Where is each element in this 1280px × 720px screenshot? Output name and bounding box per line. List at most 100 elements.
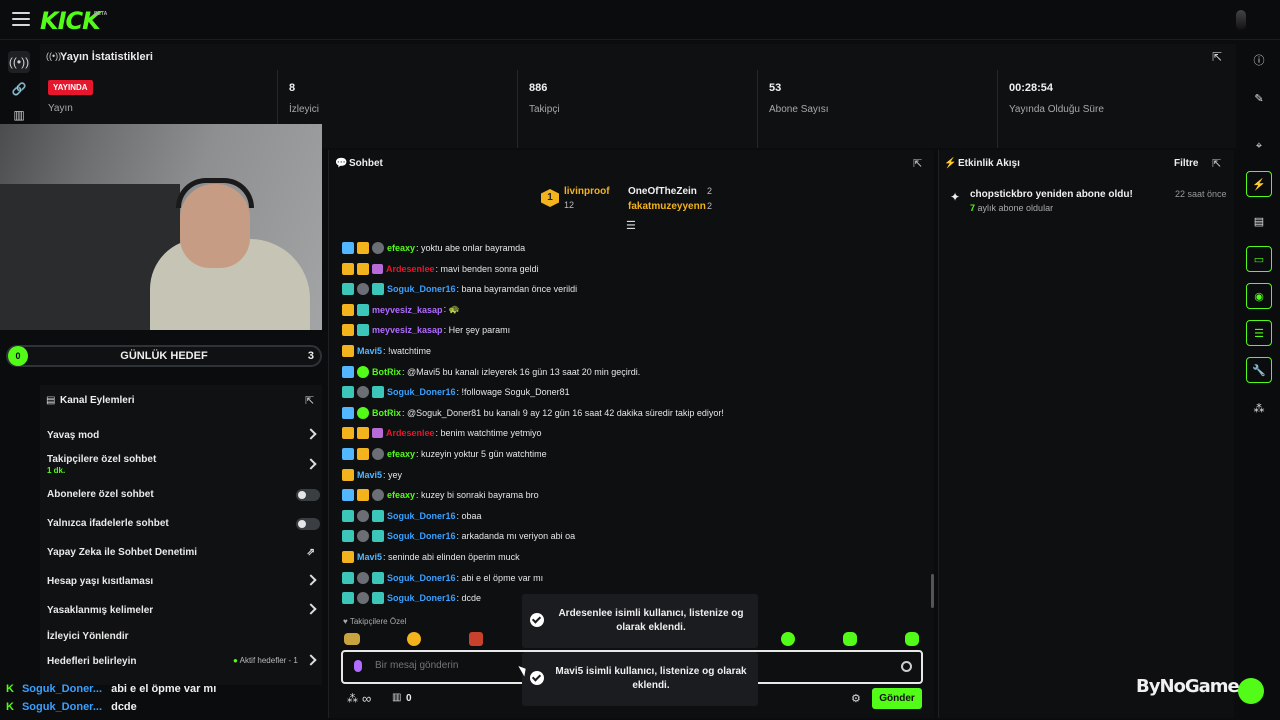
host-viewers-row[interactable]: İzleyici Yönlendir — [47, 631, 315, 642]
chat-username[interactable]: Mavi5 — [357, 552, 382, 562]
top-gifter-2-name[interactable]: OneOfTheZein — [614, 186, 697, 197]
emote-3[interactable] — [469, 632, 483, 646]
chat-message[interactable]: meyvesiz_kasap: 🐢 — [342, 302, 460, 318]
chat-settings-icon[interactable]: ⚙ — [851, 692, 861, 705]
chat-text: : Her şey paramı — [443, 325, 511, 336]
chat-username[interactable]: Soguk_Doner16 — [387, 387, 456, 397]
banned-words-label: Yasaklanmış kelimeler — [47, 605, 154, 616]
chat-message[interactable]: Soguk_Doner16: dcde — [342, 590, 481, 606]
emote-only-row[interactable]: Yalnızca ifadelerle sohbet — [47, 518, 320, 530]
feed-event-detail-text: aylık abone oldular — [975, 203, 1054, 213]
infinity-value: ∞ — [362, 691, 372, 706]
chat-username[interactable]: efeaxy — [387, 243, 415, 253]
green-circle-button[interactable] — [1238, 678, 1264, 704]
check-icon — [530, 671, 544, 685]
collapse-gifters-icon[interactable]: ☰ — [626, 219, 636, 232]
set-goals-row[interactable]: Hedefleri belirleyin ● Aktif hedefler - … — [47, 654, 317, 667]
subs-only-toggle[interactable] — [296, 489, 320, 501]
slow-mode-row[interactable]: Yavaş mod — [47, 428, 317, 441]
emote-5[interactable] — [843, 632, 857, 646]
chat-username[interactable]: Soguk_Doner16 — [387, 593, 456, 603]
chat-username[interactable]: efeaxy — [387, 490, 415, 500]
chat-message[interactable]: BotRix: @Mavi5 bu kanalı izleyerek 16 gü… — [342, 364, 640, 380]
emote-4[interactable] — [781, 632, 795, 646]
chat-message[interactable]: Mavi5: !watchtime — [342, 343, 431, 359]
stack-icon[interactable]: ☰ — [1246, 320, 1272, 346]
wrench-icon[interactable]: 🔧 — [1246, 357, 1272, 383]
chat-message[interactable]: Soguk_Doner16: obaa — [342, 508, 482, 524]
chat-message[interactable]: Mavi5: yey — [342, 467, 402, 483]
chat-message[interactable]: Soguk_Doner16: bana bayramdan önce veril… — [342, 281, 577, 297]
chat-username[interactable]: Soguk_Doner16 — [387, 573, 456, 583]
bolt-icon[interactable]: ⚡ — [1246, 171, 1272, 197]
chat-message[interactable]: Ardesenlee: mavi benden sonra geldi — [342, 261, 539, 277]
set-goals-label: Hedefleri belirleyin — [47, 656, 137, 667]
followers-only-row[interactable]: Takipçilere özel sohbet 1 dk. — [47, 454, 317, 475]
send-button[interactable]: Gönder — [872, 688, 922, 709]
round-badge-icon — [357, 592, 369, 605]
link-icon[interactable]: 🔗 — [8, 78, 30, 100]
chat-message[interactable]: Mavi5: seninde abi elinden öperim muck — [342, 549, 520, 565]
chat-message[interactable]: Ardesenlee: benim watchtime yetmiyo — [342, 425, 542, 441]
emote-only-toggle[interactable] — [296, 518, 320, 530]
kick-logo[interactable]: KICK — [40, 7, 101, 35]
feed-filter-button[interactable]: Filtre — [1174, 158, 1198, 169]
emote-1[interactable] — [344, 633, 360, 645]
broadcast-icon[interactable]: ◉ — [1246, 283, 1272, 309]
top-gifter-1-name[interactable]: livinproof — [564, 186, 610, 197]
users-icon[interactable]: ⁂ — [1246, 395, 1272, 421]
top-gifter-3-name[interactable]: fakatmuzeyyenn — [614, 201, 706, 212]
chat-message[interactable]: efeaxy: kuzeyin yoktur 5 gün watchtime — [342, 446, 547, 462]
chat-username[interactable]: Mavi5 — [357, 346, 382, 356]
chat-popout-icon[interactable]: ⇱ — [913, 157, 922, 170]
mod-badge-icon — [357, 303, 369, 316]
user-avatar[interactable] — [1236, 10, 1246, 30]
chat-scrollbar[interactable] — [931, 574, 934, 608]
chat-username[interactable]: Soguk_Doner16 — [387, 284, 456, 294]
chart-icon[interactable]: ▥ — [8, 104, 30, 126]
focus-icon[interactable]: ⌖ — [1246, 133, 1272, 159]
feed-popout-icon[interactable]: ⇱ — [1212, 157, 1221, 170]
broadcast-icon[interactable]: ((•)) — [8, 51, 30, 73]
chat-message[interactable]: Soguk_Doner16: !followage Soguk_Doner81 — [342, 384, 570, 400]
chat-text: : obaa — [456, 510, 482, 521]
chat-message[interactable]: Soguk_Doner16: abi e el öpme var mı — [342, 570, 543, 586]
microphone-icon[interactable] — [354, 660, 362, 672]
account-age-row[interactable]: Hesap yaşı kısıtlaması — [47, 574, 317, 587]
actions-popout-icon[interactable]: ⇱ — [305, 394, 314, 407]
emote-6[interactable] — [905, 632, 919, 646]
chat-message[interactable]: efeaxy: kuzey bi sonraki bayrama bro — [342, 487, 539, 503]
channel-points-value: 0 — [406, 693, 412, 704]
chat-username[interactable]: Mavi5 — [357, 470, 382, 480]
ai-moderation-row[interactable]: Yapay Zeka ile Sohbet Denetimi ⇗ — [47, 547, 315, 558]
chat-username[interactable]: Ardesenlee — [386, 264, 435, 274]
chat-username[interactable]: Soguk_Doner16 — [387, 531, 456, 541]
subs-only-row[interactable]: Abonelere özel sohbet — [47, 489, 320, 501]
channel-actions-title: Kanal Eylemleri — [60, 395, 135, 406]
pencil-icon[interactable]: ✎ — [1246, 85, 1272, 111]
chat-username[interactable]: Ardesenlee — [386, 428, 435, 438]
chat-username[interactable]: efeaxy — [387, 449, 415, 459]
chat-username[interactable]: BotRix — [372, 408, 401, 418]
menu-icon[interactable] — [12, 12, 30, 28]
info-icon[interactable]: ⓘ — [1246, 47, 1272, 73]
chat-username[interactable]: BotRix — [372, 367, 401, 377]
chat-message[interactable]: Soguk_Doner16: arkadanda mı veriyon abi … — [342, 528, 575, 544]
chat-actions-icon[interactable]: ⁂ — [347, 692, 358, 705]
emote-2[interactable] — [407, 632, 421, 646]
chat-message[interactable]: efeaxy: yoktu abe onlar bayramda — [342, 240, 525, 256]
document-icon[interactable]: ▤ — [1246, 208, 1272, 234]
chat-message[interactable]: BotRix: @Soguk_Doner81 bu kanalı 9 ay 12… — [342, 405, 724, 421]
banned-words-row[interactable]: Yasaklanmış kelimeler — [47, 603, 317, 616]
chat-username[interactable]: meyvesiz_kasap — [372, 305, 443, 315]
emoji-icon[interactable] — [901, 661, 912, 672]
chat-username[interactable]: meyvesiz_kasap — [372, 325, 443, 335]
chat-message[interactable]: meyvesiz_kasap: Her şey paramı — [342, 322, 510, 338]
vip-badge-icon — [342, 324, 354, 337]
chat-username[interactable]: Soguk_Doner16 — [387, 511, 456, 521]
chat-icon[interactable]: ▭ — [1246, 246, 1272, 272]
chat-title: Sohbet — [349, 158, 383, 169]
overlay-text: dcde — [111, 701, 137, 713]
feed-event-detail: 7 aylık abone oldular — [970, 203, 1053, 213]
popout-icon[interactable]: ⇱ — [1212, 50, 1222, 64]
